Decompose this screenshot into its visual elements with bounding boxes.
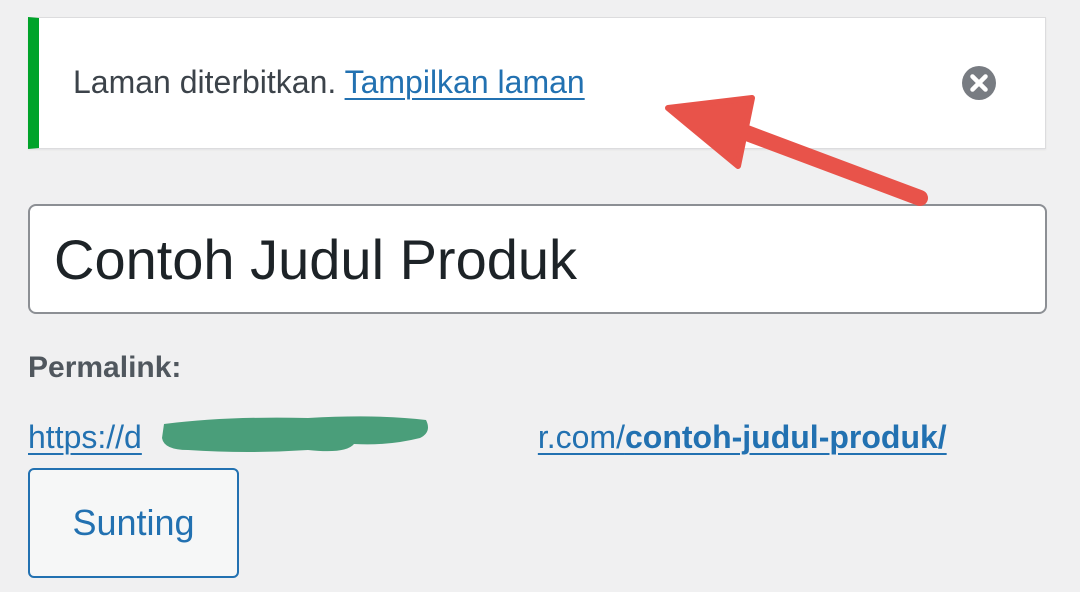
- notice-message: Laman diterbitkan.: [73, 64, 337, 100]
- notice-text: Laman diterbitkan. Tampilkan laman: [73, 62, 585, 102]
- view-page-link[interactable]: Tampilkan laman: [345, 64, 585, 100]
- permalink-url-mid: r.com/: [537, 419, 625, 455]
- redaction-mark: [162, 416, 428, 452]
- post-title-input[interactable]: [28, 204, 1047, 314]
- permalink-url-prefix: https://d: [28, 419, 142, 455]
- permalink-label: Permalink:: [28, 351, 182, 384]
- dismiss-notice-button[interactable]: [960, 64, 998, 102]
- close-circle-icon: [962, 66, 996, 100]
- publish-notice: Laman diterbitkan. Tampilkan laman: [28, 17, 1046, 149]
- edit-permalink-button[interactable]: Sunting: [28, 468, 239, 578]
- permalink-url-slug: contoh-judul-produk/: [624, 419, 947, 455]
